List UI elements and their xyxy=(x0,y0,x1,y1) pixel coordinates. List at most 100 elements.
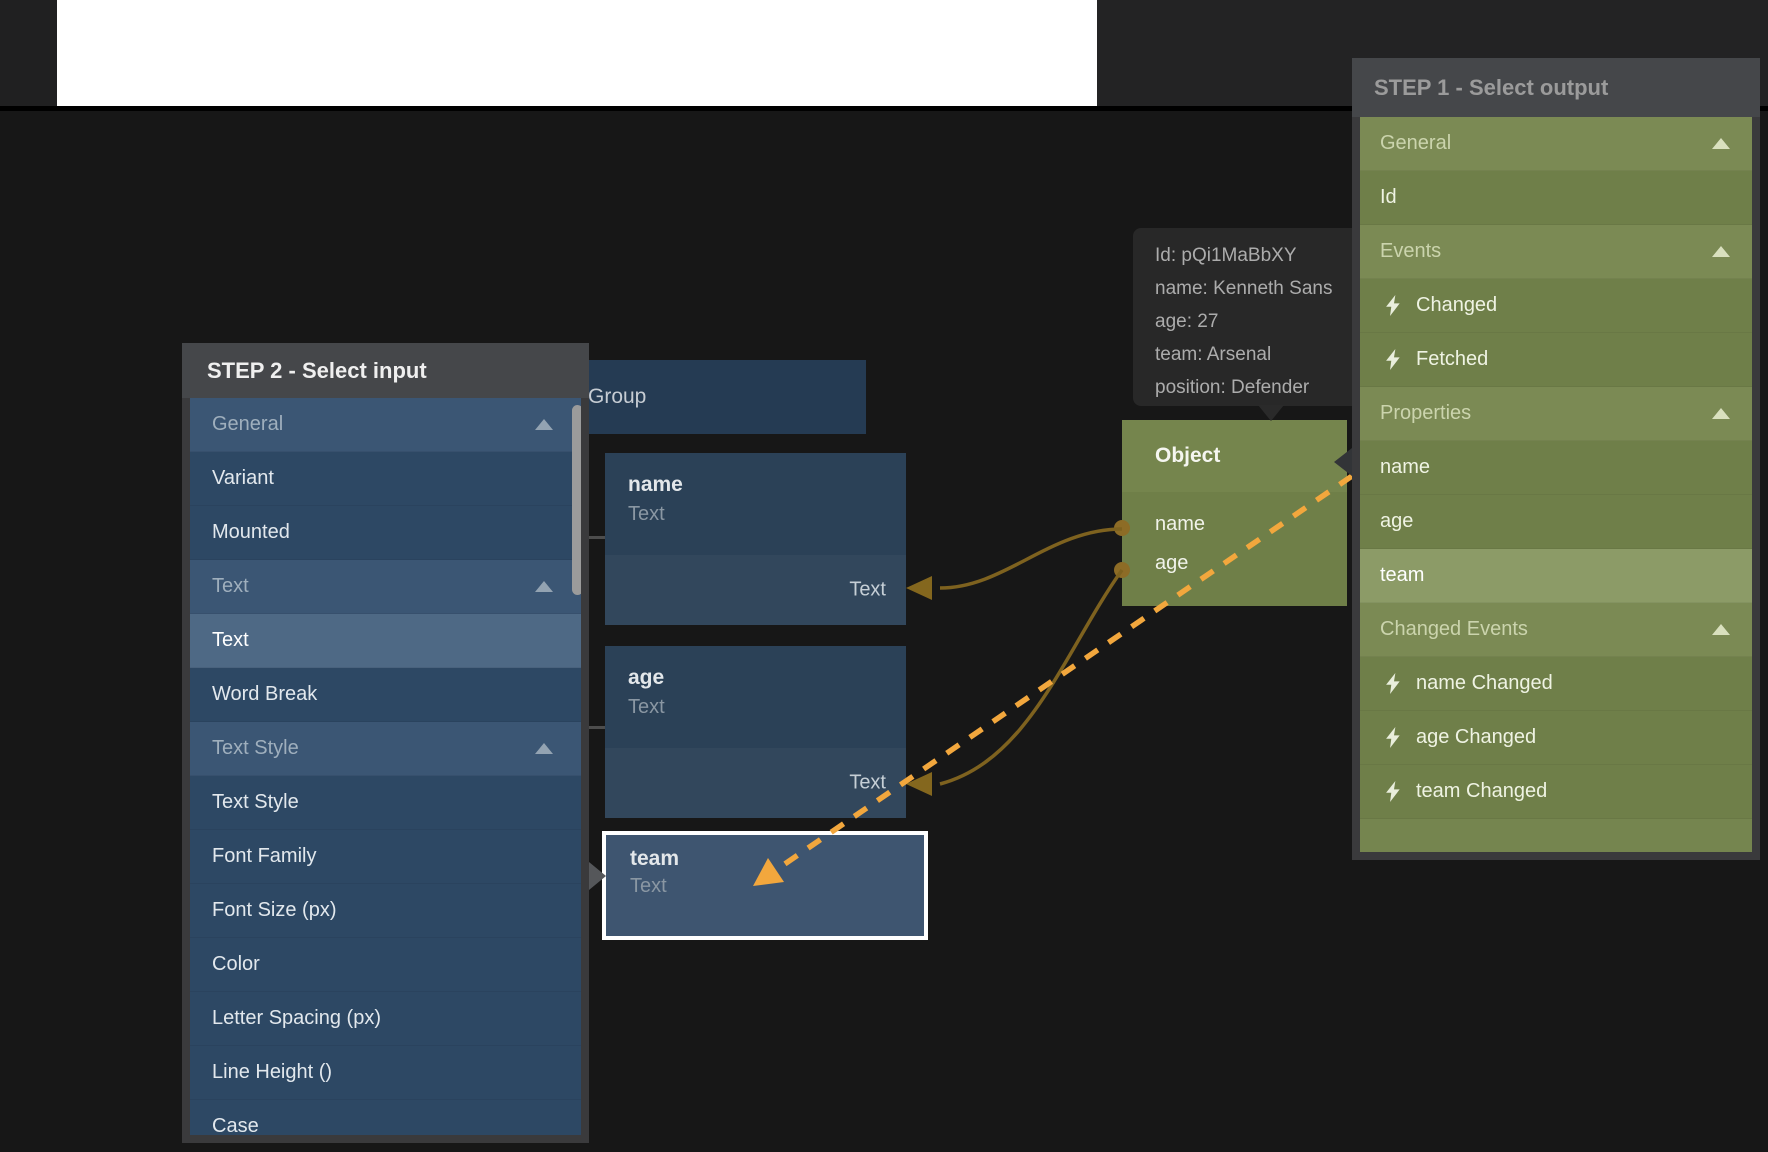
step2-item-line-height[interactable]: Line Height () xyxy=(190,1046,581,1100)
menu-item-label: age Changed xyxy=(1416,726,1536,749)
connection-object-age xyxy=(940,570,1122,784)
step1-item-id[interactable]: Id xyxy=(1360,171,1752,225)
menu-item-label: Id xyxy=(1380,186,1397,209)
menu-item-label: Color xyxy=(212,953,260,976)
node-editor-canvas[interactable]: Group name Text Text age Text Text team … xyxy=(0,0,1768,1152)
object-data-tooltip: Id: pQi1MaBbXYname: Kenneth Sansage: 27t… xyxy=(1133,228,1363,406)
text-input-port[interactable]: Text xyxy=(849,579,886,602)
step2-section-general[interactable]: General xyxy=(190,398,581,452)
node-title: team xyxy=(606,835,924,871)
node-subtitle: Text xyxy=(605,497,906,526)
step1-menu-caret-icon xyxy=(1334,448,1352,476)
connection-arrow-age-icon xyxy=(906,772,932,796)
step2-item-letter-spacing-px[interactable]: Letter Spacing (px) xyxy=(190,992,581,1046)
object-port-label-name: name xyxy=(1155,513,1205,536)
collapse-up-icon[interactable] xyxy=(535,581,553,592)
team-text-node-selected[interactable]: team Text xyxy=(602,831,928,940)
menu-item-label: Font Size (px) xyxy=(212,899,336,922)
step1-section-general[interactable]: General xyxy=(1360,117,1752,171)
menu-item-label: age xyxy=(1380,510,1413,533)
lightning-icon xyxy=(1386,295,1401,316)
menu-item-label: team xyxy=(1380,564,1424,587)
node-subtitle: Text xyxy=(606,871,924,898)
step1-item-team-changed[interactable]: team Changed xyxy=(1360,765,1752,819)
text-input-port[interactable]: Text xyxy=(849,772,886,795)
menu-item-label: General xyxy=(212,413,283,436)
step2-section-text-style[interactable]: Text Style xyxy=(190,722,581,776)
step1-item-changed[interactable]: Changed xyxy=(1360,279,1752,333)
menu-item-label: Text Style xyxy=(212,791,299,814)
menu-item-label: Word Break xyxy=(212,683,317,706)
step1-item-name-changed[interactable]: name Changed xyxy=(1360,657,1752,711)
step1-item-age[interactable]: age xyxy=(1360,495,1752,549)
step1-item-name[interactable]: name xyxy=(1360,441,1752,495)
step2-item-color[interactable]: Color xyxy=(190,938,581,992)
step2-item-text[interactable]: Text xyxy=(190,614,581,668)
menu-item-label: Events xyxy=(1380,240,1441,263)
menu-item-label: Case xyxy=(212,1115,259,1138)
menu-item-label: Changed xyxy=(1416,294,1497,317)
menu-item-label: Font Family xyxy=(212,845,316,868)
step2-item-font-family[interactable]: Font Family xyxy=(190,830,581,884)
object-port-label-age: age xyxy=(1155,552,1188,575)
object-port-dot-age[interactable] xyxy=(1114,562,1130,578)
menu-item-label: Letter Spacing (px) xyxy=(212,1007,381,1030)
node-title: age xyxy=(605,646,906,690)
tooltip-line: age: 27 xyxy=(1155,305,1363,338)
name-text-node[interactable]: name Text Text xyxy=(605,453,906,625)
menu-item-label: Line Height () xyxy=(212,1061,332,1084)
collapse-up-icon[interactable] xyxy=(1712,138,1730,149)
step2-item-mounted[interactable]: Mounted xyxy=(190,506,581,560)
menu-item-label: name xyxy=(1380,456,1430,479)
menu-item-label: Variant xyxy=(212,467,274,490)
step1-section-events[interactable]: Events xyxy=(1360,225,1752,279)
step1-item-team[interactable]: team xyxy=(1360,549,1752,603)
collapse-up-icon[interactable] xyxy=(535,743,553,754)
tooltip-caret-icon xyxy=(1258,405,1284,421)
tooltip-line: Id: pQi1MaBbXY xyxy=(1155,239,1363,272)
menu-item-label: Changed Events xyxy=(1380,618,1528,641)
collapse-up-icon[interactable] xyxy=(535,419,553,430)
top-left-strip xyxy=(0,0,57,106)
object-node[interactable]: Object name age xyxy=(1122,420,1347,606)
step2-item-word-break[interactable]: Word Break xyxy=(190,668,581,722)
menu-item-label: Text xyxy=(212,575,249,598)
node-title: Object xyxy=(1122,420,1347,492)
step2-section-text[interactable]: Text xyxy=(190,560,581,614)
lightning-icon xyxy=(1386,781,1401,802)
step2-scrollbar[interactable] xyxy=(572,405,583,595)
collapse-up-icon[interactable] xyxy=(1712,408,1730,419)
step2-item-variant[interactable]: Variant xyxy=(190,452,581,506)
collapse-up-icon[interactable] xyxy=(1712,624,1730,635)
menu-item-label: name Changed xyxy=(1416,672,1553,695)
menu-item-label: Fetched xyxy=(1416,348,1488,371)
age-text-node[interactable]: age Text Text xyxy=(605,646,906,818)
menu-item-label: Text xyxy=(212,629,249,652)
menu-item-label: Properties xyxy=(1380,402,1471,425)
lightning-icon xyxy=(1386,673,1401,694)
step1-item-age-changed[interactable]: age Changed xyxy=(1360,711,1752,765)
collapse-up-icon[interactable] xyxy=(1712,246,1730,257)
tooltip-line: name: Kenneth Sans xyxy=(1155,272,1363,305)
step2-menu-caret-icon xyxy=(589,862,606,890)
step2-select-input-menu: STEP 2 - Select input General Variant Moun… xyxy=(182,343,589,1143)
step1-item-fetched[interactable]: Fetched xyxy=(1360,333,1752,387)
menu-item-label: General xyxy=(1380,132,1451,155)
step2-item-case[interactable]: Case xyxy=(190,1100,581,1143)
connection-arrow-name-icon xyxy=(906,576,932,600)
step1-select-output-menu: STEP 1 - Select output General Id Events C… xyxy=(1352,58,1760,860)
step2-item-text-style[interactable]: Text Style xyxy=(190,776,581,830)
object-port-dot-name[interactable] xyxy=(1114,520,1130,536)
lightning-icon xyxy=(1386,349,1401,370)
step1-menu-title: STEP 1 - Select output xyxy=(1352,58,1760,117)
step2-item-font-size-px[interactable]: Font Size (px) xyxy=(190,884,581,938)
preview-window xyxy=(57,0,1097,106)
tooltip-line: position: Defender xyxy=(1155,371,1363,404)
tooltip-line: team: Arsenal xyxy=(1155,338,1363,371)
step1-section-properties[interactable]: Properties xyxy=(1360,387,1752,441)
menu-item-label: Text Style xyxy=(212,737,299,760)
step1-section-changed-events[interactable]: Changed Events xyxy=(1360,603,1752,657)
menu-item-label: team Changed xyxy=(1416,780,1547,803)
connection-object-name xyxy=(940,529,1122,588)
step2-menu-title: STEP 2 - Select input xyxy=(182,343,589,398)
